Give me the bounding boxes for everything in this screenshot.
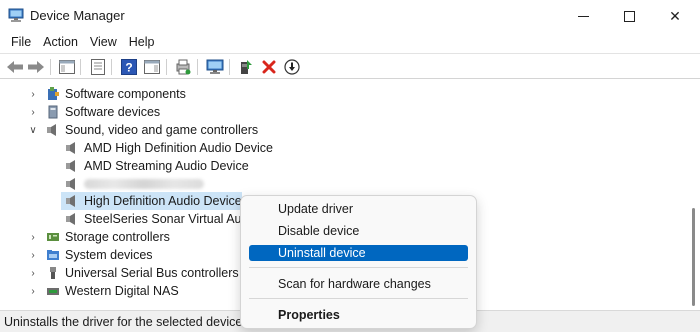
status-text: Uninstalls the driver for the selected d… bbox=[4, 315, 246, 329]
action-pane-icon bbox=[144, 60, 160, 74]
back-button[interactable] bbox=[5, 57, 25, 77]
menu-bar: File Action View Help bbox=[0, 32, 700, 52]
storage-icon bbox=[46, 230, 60, 244]
menu-properties[interactable]: Properties bbox=[249, 307, 468, 323]
tree-item-usb-controllers[interactable]: Universal Serial Bus controllers bbox=[46, 264, 239, 282]
menu-scan-hardware[interactable]: Scan for hardware changes bbox=[249, 276, 468, 292]
toolbar-separator bbox=[229, 59, 230, 75]
menu-help[interactable]: Help bbox=[123, 32, 161, 52]
toolbar: ? bbox=[0, 53, 700, 79]
maximize-icon bbox=[623, 10, 635, 22]
speaker-icon bbox=[65, 177, 79, 191]
toolbar-separator bbox=[50, 59, 51, 75]
tree-item-label: AMD High Definition Audio Device bbox=[84, 141, 273, 155]
console-tree-button[interactable] bbox=[57, 57, 77, 77]
close-icon: ✕ bbox=[669, 7, 681, 24]
nas-icon bbox=[46, 284, 60, 298]
tree-item-label: High Definition Audio Device bbox=[84, 194, 242, 208]
help-button[interactable]: ? bbox=[119, 57, 139, 77]
device-icon bbox=[46, 105, 60, 119]
menu-separator bbox=[249, 267, 468, 268]
tree-item-label: Software devices bbox=[65, 105, 161, 119]
menu-uninstall-device[interactable]: Uninstall device bbox=[249, 245, 468, 261]
vertical-scrollbar[interactable] bbox=[688, 80, 700, 310]
expand-chevron-icon[interactable]: › bbox=[28, 85, 38, 103]
speaker-icon bbox=[46, 123, 60, 137]
speaker-icon bbox=[65, 194, 79, 208]
tree-item-label: Universal Serial Bus controllers bbox=[65, 266, 239, 280]
collapse-chevron-icon[interactable]: ∨ bbox=[28, 121, 38, 139]
tree-item-label: System devices bbox=[65, 248, 153, 262]
close-button[interactable]: ✕ bbox=[652, 0, 698, 32]
toolbar-separator bbox=[166, 59, 167, 75]
scrollbar-thumb[interactable] bbox=[692, 208, 695, 306]
expand-chevron-icon[interactable]: › bbox=[28, 282, 38, 300]
print-button[interactable] bbox=[173, 57, 193, 77]
tree-item-steelseries[interactable]: SteelSeries Sonar Virtual Audi bbox=[65, 210, 251, 228]
enable-device-button[interactable] bbox=[236, 57, 256, 77]
forward-button[interactable] bbox=[26, 57, 46, 77]
scan-hardware-icon bbox=[206, 59, 224, 74]
tree-item-label: AMD Streaming Audio Device bbox=[84, 159, 249, 173]
uninstall-device-icon bbox=[262, 60, 276, 74]
menu-update-driver[interactable]: Update driver bbox=[249, 201, 468, 217]
tree-item-system-devices[interactable]: System devices bbox=[46, 246, 153, 264]
disable-device-icon bbox=[284, 59, 300, 75]
tree-item-label: Storage controllers bbox=[65, 230, 170, 244]
expand-chevron-icon[interactable]: › bbox=[28, 246, 38, 264]
properties-icon bbox=[91, 59, 105, 75]
title-bar: Device Manager ✕ bbox=[0, 0, 700, 32]
tree-item-software-components[interactable]: Software components bbox=[46, 85, 186, 103]
tree-item-storage-controllers[interactable]: Storage controllers bbox=[46, 228, 170, 246]
redacted-label bbox=[84, 179, 204, 189]
help-icon: ? bbox=[121, 59, 137, 75]
menu-action[interactable]: Action bbox=[37, 32, 84, 52]
context-menu: Update driver Disable device Uninstall d… bbox=[240, 195, 477, 329]
maximize-button[interactable] bbox=[606, 0, 652, 32]
tree-item-blurred-device[interactable] bbox=[65, 175, 204, 193]
svg-text:?: ? bbox=[125, 61, 132, 75]
expand-chevron-icon[interactable]: › bbox=[28, 264, 38, 282]
minimize-icon bbox=[577, 15, 589, 17]
tree-item-label: Software components bbox=[65, 87, 186, 101]
window-title: Device Manager bbox=[30, 8, 125, 23]
tree-item-label: Sound, video and game controllers bbox=[65, 123, 259, 137]
properties-button[interactable] bbox=[88, 57, 108, 77]
action-pane-button[interactable] bbox=[142, 57, 162, 77]
menu-view[interactable]: View bbox=[84, 32, 123, 52]
tree-item-amd-streaming[interactable]: AMD Streaming Audio Device bbox=[65, 157, 249, 175]
speaker-icon bbox=[65, 212, 79, 226]
toolbar-separator bbox=[111, 59, 112, 75]
speaker-icon bbox=[65, 159, 79, 173]
back-arrow-icon bbox=[7, 61, 23, 73]
folder-icon bbox=[46, 248, 60, 262]
enable-device-icon bbox=[241, 60, 252, 74]
puzzle-icon bbox=[46, 87, 60, 101]
speaker-icon bbox=[65, 141, 79, 155]
device-manager-icon bbox=[8, 8, 24, 23]
usb-icon bbox=[46, 266, 60, 280]
update-driver-icon bbox=[176, 59, 191, 75]
tree-item-hd-audio-selected[interactable]: High Definition Audio Device bbox=[65, 192, 242, 210]
tree-item-western-digital-nas[interactable]: Western Digital NAS bbox=[46, 282, 179, 300]
scan-hardware-button[interactable] bbox=[205, 57, 225, 77]
tree-item-label: Western Digital NAS bbox=[65, 284, 179, 298]
tree-item-software-devices[interactable]: Software devices bbox=[46, 103, 160, 121]
tree-item-label: SteelSeries Sonar Virtual Audi bbox=[84, 212, 252, 226]
expand-chevron-icon[interactable]: › bbox=[28, 228, 38, 246]
tree-item-amd-hd-audio[interactable]: AMD High Definition Audio Device bbox=[65, 139, 273, 157]
toolbar-separator bbox=[80, 59, 81, 75]
show-hide-console-tree-icon bbox=[59, 60, 75, 74]
menu-disable-device[interactable]: Disable device bbox=[249, 223, 468, 239]
tree-item-sound-video-game[interactable]: Sound, video and game controllers bbox=[46, 121, 258, 139]
minimize-button[interactable] bbox=[560, 0, 606, 32]
menu-separator bbox=[249, 298, 468, 299]
expand-chevron-icon[interactable]: › bbox=[28, 103, 38, 121]
disable-device-button[interactable] bbox=[282, 57, 302, 77]
uninstall-device-button[interactable] bbox=[259, 57, 279, 77]
forward-arrow-icon bbox=[28, 61, 44, 73]
menu-file[interactable]: File bbox=[0, 32, 37, 52]
toolbar-separator bbox=[197, 59, 198, 75]
